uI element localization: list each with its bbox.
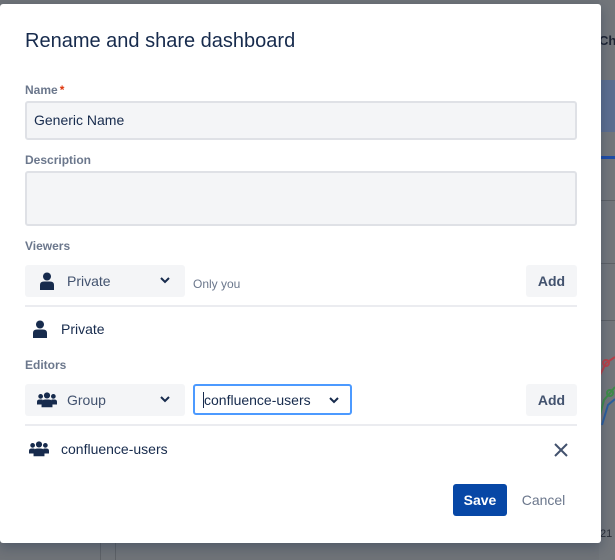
rename-share-dialog: Rename and share dashboard Name * Generic… [0, 4, 601, 543]
people-group-icon [29, 439, 49, 459]
background-divider [100, 543, 101, 560]
background-tab-indicator [601, 156, 615, 159]
save-button[interactable]: Save [453, 484, 507, 516]
editor-entry-label: confluence-users [61, 441, 168, 457]
viewers-select[interactable]: Private [25, 265, 185, 297]
person-icon [30, 319, 50, 339]
required-mark: * [59, 83, 65, 97]
name-label-text: Name [25, 83, 58, 97]
editors-type-value: Group [67, 392, 106, 408]
dialog-title: Rename and share dashboard [25, 30, 296, 52]
cancel-button[interactable]: Cancel [515, 484, 572, 516]
description-textarea[interactable] [25, 171, 577, 226]
editors-group-value: confluence-users [204, 391, 311, 408]
viewers-add-button[interactable]: Add [526, 265, 577, 297]
viewer-entry: Private [30, 319, 105, 339]
editors-group-select[interactable]: confluence-users [193, 384, 352, 415]
background-heading-fragment: Ch [599, 33, 615, 48]
background-divider [601, 263, 615, 264]
editor-entry: confluence-users [29, 439, 168, 459]
background-divider [601, 200, 615, 201]
background-text-fragment: 21 [600, 528, 613, 540]
people-group-icon [37, 390, 57, 410]
editors-type-select[interactable]: Group [25, 384, 185, 416]
chevron-down-icon [160, 396, 170, 403]
person-icon [37, 271, 57, 291]
close-icon[interactable] [553, 442, 569, 458]
background-divider [115, 543, 116, 560]
editors-label: Editors [25, 358, 67, 372]
background-divider [601, 320, 615, 321]
description-label: Description [25, 153, 92, 167]
viewer-entry-label: Private [61, 321, 105, 337]
background-block [601, 80, 615, 132]
viewers-select-value: Private [67, 273, 111, 289]
viewers-label: Viewers [25, 239, 71, 253]
name-input[interactable]: Generic Name [25, 101, 577, 140]
viewers-divider [25, 305, 577, 307]
editors-divider [25, 424, 577, 426]
viewers-helper-text: Only you [193, 277, 241, 291]
editors-add-button[interactable]: Add [526, 384, 577, 416]
name-label: Name * [25, 83, 64, 97]
chevron-down-icon [329, 397, 339, 404]
chevron-down-icon [160, 277, 170, 284]
